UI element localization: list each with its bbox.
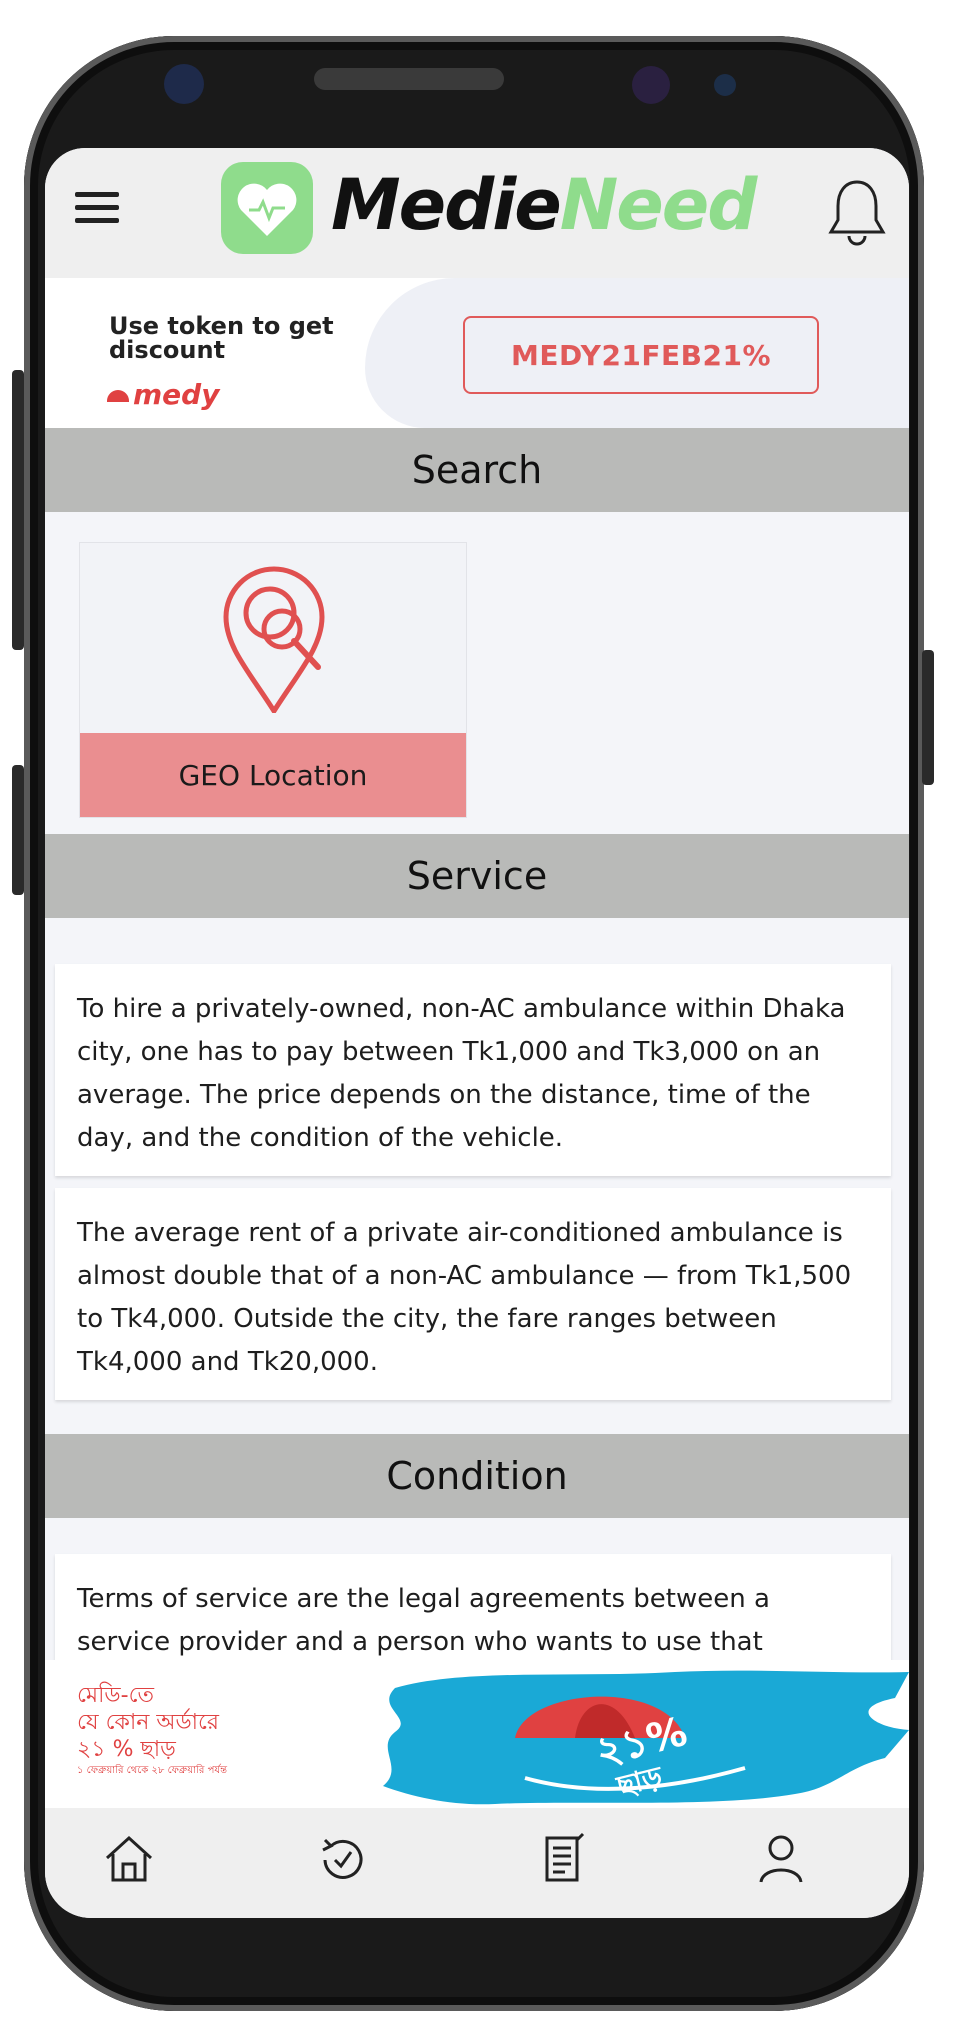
promo-title: Use token to get discount — [109, 312, 334, 364]
bottom-promo-banner[interactable]: মেডি-তে যে কোন অর্ডারে ২১ % ছাড় ১ ফেব্র… — [45, 1660, 909, 1808]
geo-location-label: GEO Location — [80, 733, 466, 817]
banner-line-2: যে কোন অর্ডারে — [77, 1710, 219, 1735]
promo-banner[interactable]: Use token to get discount medy MEDY21FEB… — [45, 278, 909, 428]
front-sensor — [632, 66, 670, 104]
history-icon[interactable] — [315, 1830, 371, 1886]
logo-part-medie: Medie — [331, 164, 562, 246]
location-search-icon — [223, 566, 325, 713]
heart-logo-icon — [221, 162, 313, 254]
umbrella-splash-graphic: ২১% ছাড় — [383, 1670, 909, 1805]
hamburger-menu-icon[interactable] — [75, 192, 119, 226]
proximity-sensor — [714, 74, 736, 96]
search-section-header: Search — [45, 428, 909, 512]
service-section-header: Service — [45, 834, 909, 918]
phone-speaker — [314, 68, 504, 90]
home-icon[interactable] — [101, 1830, 157, 1886]
condition-section-header: Condition — [45, 1434, 909, 1518]
orders-icon[interactable] — [535, 1830, 591, 1886]
service-card-2: The average rent of a private air-condit… — [55, 1188, 891, 1400]
medy-brand-text: medy — [133, 378, 220, 411]
banner-line-4: ১ ফেব্রুয়ারি থেকে ২৮ ফেব্রুয়ারি পর্যন্… — [77, 1765, 228, 1776]
notification-bell-icon[interactable] — [825, 176, 889, 248]
app-logo-text: MedieNeed — [331, 164, 758, 246]
medy-brand-logo: medy — [107, 378, 219, 411]
service-card-1: To hire a privately-owned, non-AC ambula… — [55, 964, 891, 1176]
volume-down-button — [12, 765, 24, 895]
discount-token-code[interactable]: MEDY21FEB21% — [463, 316, 819, 394]
service-paragraph-1: To hire a privately-owned, non-AC ambula… — [77, 994, 846, 1153]
geo-location-button[interactable]: GEO Location — [79, 542, 467, 818]
service-paragraph-2: The average rent of a private air-condit… — [77, 1218, 852, 1377]
banner-line-3: ২১ % ছাড় — [77, 1737, 176, 1762]
logo-part-need: Need — [559, 164, 758, 246]
condition-paragraph-1: Terms of service are the legal agreement… — [77, 1584, 770, 1657]
bottom-banner-text: মেডি-তে যে কোন অর্ডারে ২১ % ছাড় ১ ফেব্র… — [77, 1682, 227, 1779]
profile-icon[interactable] — [753, 1830, 809, 1886]
medy-logo-icon — [107, 390, 129, 402]
volume-up-button — [12, 370, 24, 650]
banner-line-1: মেডি-তে — [77, 1683, 154, 1708]
front-camera — [164, 64, 204, 104]
app-screen: MedieNeed Use token to get discount medy… — [45, 148, 909, 1918]
app-header: MedieNeed — [45, 148, 909, 278]
bottom-navigation — [45, 1808, 909, 1918]
power-button — [922, 650, 934, 785]
